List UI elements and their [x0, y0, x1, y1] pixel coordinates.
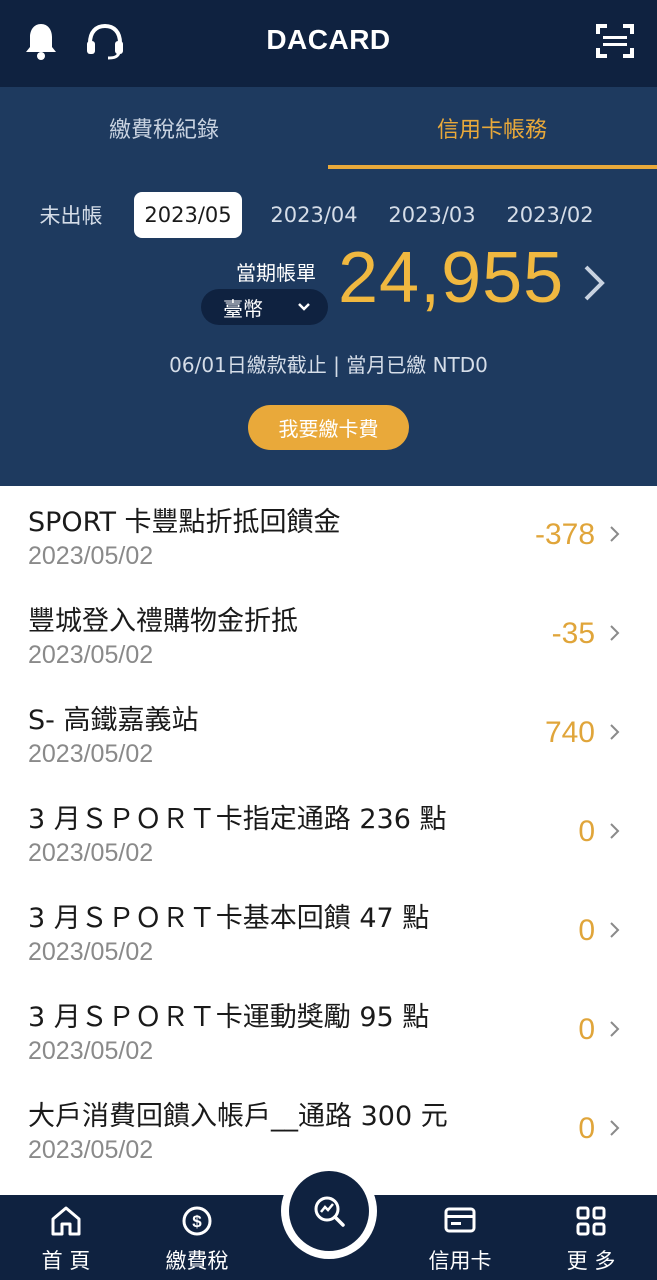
transaction-amount: 0	[578, 914, 595, 947]
transaction-date: 2023/05/02	[28, 1037, 154, 1065]
transaction-amount: 0	[578, 1013, 595, 1046]
period-2023-03[interactable]: 2023/03	[378, 192, 486, 238]
currency-dropdown[interactable]: 臺幣	[201, 289, 328, 325]
transaction-name: 豐城登入禮購物金折抵	[28, 606, 298, 637]
tab-bar: 繳費稅紀錄 信用卡帳務	[0, 87, 657, 169]
chart-search-icon	[289, 1171, 369, 1251]
top-bar: DACARD	[0, 0, 657, 87]
transaction-amount: 0	[578, 815, 595, 848]
list-item[interactable]: 3 月ＳＰＯＲＴ卡指定通路 236 點 2023/05/02 0	[0, 783, 657, 882]
pay-card-bill-button[interactable]: 我要繳卡費	[248, 405, 409, 450]
transaction-amount: 0	[578, 1112, 595, 1145]
transaction-name: 3 月ＳＰＯＲＴ卡指定通路 236 點	[28, 804, 447, 835]
transaction-amount: -35	[551, 617, 595, 650]
home-icon	[26, 1205, 106, 1237]
transaction-name: S- 高鐵嘉義站	[28, 705, 199, 736]
period-2023-04[interactable]: 2023/04	[260, 192, 368, 238]
nav-home-label: 首 頁	[41, 1249, 91, 1273]
transaction-date: 2023/05/02	[28, 1136, 154, 1164]
current-bill-label: 當期帳單	[236, 261, 316, 285]
chevron-down-icon	[296, 297, 312, 322]
chevron-right-icon	[609, 821, 621, 845]
period-2023-02[interactable]: 2023/02	[496, 192, 604, 238]
transaction-date: 2023/05/02	[28, 740, 154, 768]
nav-more[interactable]: 更 多	[551, 1195, 631, 1280]
center-action-button[interactable]	[281, 1163, 377, 1259]
transaction-amount: 740	[544, 716, 595, 749]
grid-icon	[551, 1205, 631, 1237]
transaction-amount: -378	[534, 518, 595, 551]
active-tab-indicator	[328, 165, 657, 169]
list-item[interactable]: S- 高鐵嘉義站 2023/05/02 740	[0, 684, 657, 783]
svg-text:$: $	[192, 1212, 202, 1231]
transaction-name: SPORT 卡豐點折抵回饋金	[28, 507, 341, 538]
transaction-name: 大戶消費回饋入帳戶__通路 300 元	[28, 1101, 448, 1132]
transaction-name: 3 月ＳＰＯＲＴ卡運動獎勵 95 點	[28, 1002, 430, 1033]
bill-summary-panel: 繳費稅紀錄 信用卡帳務 未出帳 2023/05 2023/04 2023/03 …	[0, 87, 657, 486]
nav-payments-label: 繳費稅	[165, 1249, 229, 1273]
tab-credit-card[interactable]: 信用卡帳務	[328, 87, 656, 169]
chevron-right-icon	[609, 524, 621, 548]
period-2023-05[interactable]: 2023/05	[134, 192, 242, 238]
nav-credit-card[interactable]: 信用卡	[420, 1195, 500, 1280]
chevron-right-icon	[609, 1118, 621, 1142]
list-item[interactable]: 豐城登入禮購物金折抵 2023/05/02 -35	[0, 585, 657, 684]
due-info: 06/01日繳款截止 | 當月已繳 NTD0	[169, 353, 488, 377]
nav-payments[interactable]: $ 繳費稅	[157, 1195, 237, 1280]
credit-card-icon	[420, 1205, 500, 1235]
scan-icon[interactable]	[592, 18, 638, 64]
transaction-date: 2023/05/02	[28, 641, 154, 669]
dollar-coin-icon: $	[157, 1205, 237, 1237]
list-item[interactable]: 3 月ＳＰＯＲＴ卡運動獎勵 95 點 2023/05/02 0	[0, 981, 657, 1080]
list-item[interactable]: 3 月ＳＰＯＲＴ卡基本回饋 47 點 2023/05/02 0	[0, 882, 657, 981]
transaction-date: 2023/05/02	[28, 839, 154, 867]
currency-value: 臺幣	[223, 296, 263, 321]
chevron-right-icon	[609, 1019, 621, 1043]
transaction-date: 2023/05/02	[28, 938, 154, 966]
nav-credit-card-label: 信用卡	[428, 1249, 492, 1273]
bill-amount: 24,955	[338, 238, 565, 318]
period-selector: 未出帳 2023/05 2023/04 2023/03 2023/02	[0, 192, 657, 238]
chevron-right-icon	[609, 722, 621, 746]
chevron-right-icon[interactable]	[580, 263, 608, 307]
app-title: DACARD	[266, 24, 391, 55]
period-unbilled[interactable]: 未出帳	[24, 192, 118, 238]
chevron-right-icon	[609, 920, 621, 944]
transaction-name: 3 月ＳＰＯＲＴ卡基本回饋 47 點	[28, 903, 430, 934]
nav-home[interactable]: 首 頁	[26, 1195, 106, 1280]
nav-more-label: 更 多	[566, 1249, 616, 1273]
chevron-right-icon	[609, 623, 621, 647]
list-item[interactable]: SPORT 卡豐點折抵回饋金 2023/05/02 -378	[0, 486, 657, 585]
transaction-date: 2023/05/02	[28, 542, 154, 570]
tab-payment-records[interactable]: 繳費稅紀錄	[0, 87, 328, 169]
